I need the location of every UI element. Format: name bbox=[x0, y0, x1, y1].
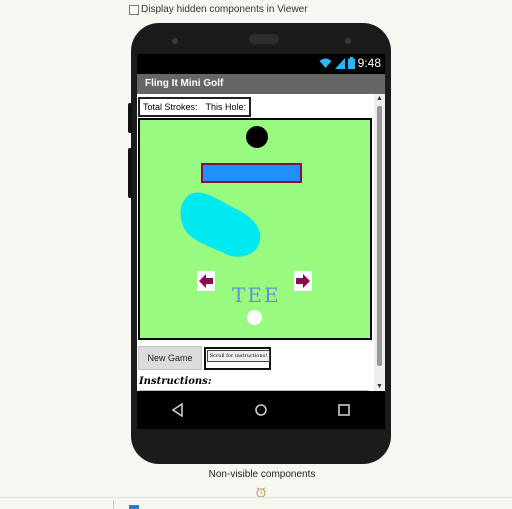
golf-canvas[interactable]: TEE bbox=[138, 118, 372, 340]
wifi-icon bbox=[319, 58, 332, 68]
phone-frame: 9:48 Fling It Mini Golf Total Strokes: T… bbox=[128, 23, 391, 464]
scroll-instructions-button[interactable]: Scroll for instructions! bbox=[207, 349, 270, 362]
signal-icon bbox=[334, 57, 345, 69]
app-title-bar: Fling It Mini Golf bbox=[137, 74, 385, 94]
checkbox-box[interactable] bbox=[129, 4, 139, 15]
phone-sensor-left bbox=[172, 38, 178, 44]
strokes-label: Total Strokes: This Hole: bbox=[138, 97, 252, 117]
move-tee-left-button[interactable] bbox=[197, 271, 215, 291]
status-time: 9:48 bbox=[357, 56, 381, 70]
water-hazard bbox=[180, 192, 261, 257]
app-content: Total Strokes: This Hole: TEE New Game S… bbox=[137, 94, 374, 391]
arrow-left-icon bbox=[199, 274, 213, 288]
tee-label: TEE bbox=[232, 283, 281, 307]
nonvisible-components-label: Non-visible components bbox=[208, 469, 316, 480]
battery-icon bbox=[347, 57, 355, 69]
recents-icon[interactable] bbox=[330, 396, 358, 424]
home-icon[interactable] bbox=[247, 396, 275, 424]
phone-speaker bbox=[249, 34, 279, 44]
instructions-heading: Instructions: bbox=[139, 376, 212, 387]
scroll-up-icon[interactable]: ▲ bbox=[376, 95, 383, 102]
scroll-thumb[interactable] bbox=[377, 106, 382, 366]
hidden-components-checkbox[interactable]: Display hidden components in Viewer bbox=[129, 4, 308, 15]
golf-hole bbox=[246, 126, 268, 148]
scroll-down-icon[interactable]: ▼ bbox=[376, 383, 383, 390]
total-strokes-label: Total Strokes: bbox=[143, 102, 198, 112]
status-bar: 9:48 bbox=[137, 54, 385, 74]
button-row: New Game Scroll for instructions! bbox=[138, 346, 271, 370]
volume-button bbox=[128, 103, 132, 133]
new-game-button[interactable]: New Game bbox=[138, 346, 202, 370]
phone-sensor-right bbox=[345, 38, 351, 44]
panel-divider-mark bbox=[113, 500, 114, 509]
back-icon[interactable] bbox=[164, 396, 192, 424]
arrow-right-icon bbox=[296, 274, 310, 288]
content-scrollbar[interactable]: ▲ ▼ bbox=[374, 94, 385, 391]
android-nav-bar bbox=[137, 391, 385, 429]
golf-ball[interactable] bbox=[247, 310, 262, 325]
app-title: Fling It Mini Golf bbox=[145, 78, 224, 89]
component-icon bbox=[129, 505, 139, 509]
hidden-components-label: Display hidden components in Viewer bbox=[141, 4, 308, 15]
power-button bbox=[128, 148, 132, 198]
instructions-button-frame: Scroll for instructions! bbox=[204, 346, 271, 370]
this-hole-label: This Hole: bbox=[205, 102, 247, 112]
phone-screen: 9:48 Fling It Mini Golf Total Strokes: T… bbox=[137, 54, 385, 429]
move-tee-right-button[interactable] bbox=[294, 271, 312, 291]
panel-divider bbox=[0, 497, 512, 498]
wall-obstacle bbox=[201, 163, 302, 183]
